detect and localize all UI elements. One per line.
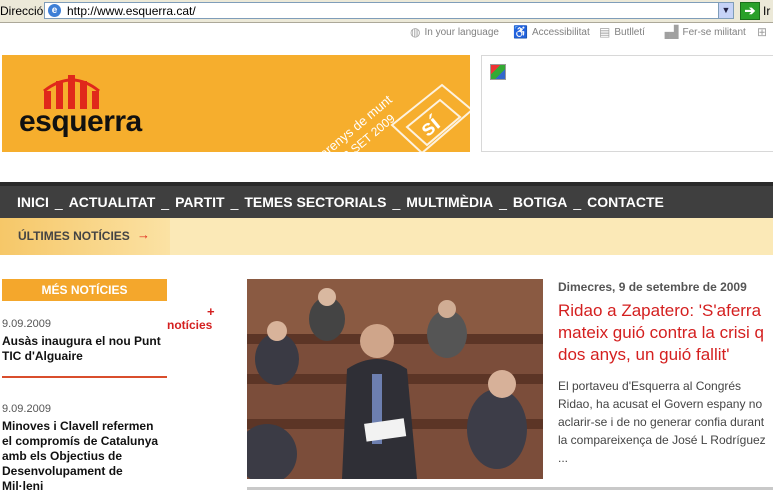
wheelchair-icon: ♿	[513, 25, 528, 39]
utility-link-more[interactable]: ⊞	[757, 25, 767, 39]
latest-news-tab[interactable]: ÚLTIMES NOTÍCIES →	[0, 218, 170, 255]
nav-item-multimedia[interactable]: MULTIMÈDIA	[406, 194, 493, 210]
sitemap-icon: ⊞	[757, 25, 768, 39]
utility-link-language[interactable]: ◍ In your language	[410, 25, 499, 39]
article-summary: El portaveu d'Esquerra al Congrés Ridao,…	[558, 379, 766, 465]
more-news-header: MÉS NOTÍCIES	[2, 279, 167, 301]
list-item: 9.09.2009	[2, 403, 51, 415]
nav-item-temes-sectorials[interactable]: TEMES SECTORIALS	[244, 194, 386, 210]
nav-separator: _	[54, 194, 63, 210]
utility-link-accessibility[interactable]: ♿ Accessibilitat	[513, 25, 590, 39]
article-photo-image	[247, 279, 543, 479]
address-bar: Dirección e http://www.esquerra.cat/ ▼ ➔…	[0, 0, 773, 23]
nav-item-partit[interactable]: PARTIT	[175, 194, 225, 210]
nav-items: INICI _ ACTUALITAT _ PARTIT _ TEMES SECT…	[17, 194, 664, 210]
logo-bars-icon	[43, 75, 100, 109]
campaign-graphic: arenys de munt 13 SET 2009 sí	[322, 83, 470, 152]
article-title-link[interactable]: Ridao a Zapatero: 'S'aferra mateix guió …	[558, 300, 773, 366]
chevron-down-icon: ▼	[721, 5, 731, 15]
nav-item-botiga[interactable]: BOTIGA	[513, 194, 567, 210]
nav-separator: _	[392, 194, 401, 210]
utility-link-label: Fer-se militant	[682, 26, 746, 38]
go-label[interactable]: Ir	[763, 4, 770, 18]
nav-separator: _	[573, 194, 582, 210]
sub-nav: ÚLTIMES NOTÍCIES →	[0, 218, 773, 255]
latest-news-label[interactable]: ÚLTIMES NOTÍCIES	[18, 229, 130, 243]
ad-placeholder	[481, 55, 773, 152]
nav-separator: _	[161, 194, 170, 210]
utility-link-join[interactable]: ▗▟ Fer-se militant	[660, 25, 746, 39]
nav-item-contacte[interactable]: CONTACTE	[587, 194, 664, 210]
divider	[2, 376, 167, 378]
url-text[interactable]: http://www.esquerra.cat/	[67, 4, 196, 18]
globe-icon: ◍	[410, 25, 421, 39]
arrow-right-icon: ➔	[744, 3, 756, 18]
list-item: 9.09.2009	[2, 318, 51, 330]
utility-link-label: Butlletí	[614, 26, 645, 38]
ie-page-icon: e	[48, 4, 61, 17]
divider	[247, 487, 773, 490]
nav-item-actualitat[interactable]: ACTUALITAT	[69, 194, 156, 210]
article-date: Dimecres, 9 de setembre de 2009	[558, 280, 747, 294]
url-dropdown-button[interactable]: ▼	[718, 2, 734, 19]
utility-link-label: In your language	[424, 26, 499, 38]
nav-item-inici[interactable]: INICI	[17, 194, 49, 210]
address-label: Dirección	[0, 4, 51, 18]
logo-text: esquerra	[19, 105, 142, 138]
go-button[interactable]: ➔	[740, 2, 760, 20]
utility-link-newsletter[interactable]: ▤ Butlletí	[599, 25, 645, 39]
document-icon: ▤	[599, 25, 611, 39]
main-nav: INICI _ ACTUALITAT _ PARTIT _ TEMES SECT…	[0, 182, 773, 218]
broken-image-icon	[490, 64, 506, 80]
plus-icon[interactable]: +	[207, 304, 215, 319]
news-date: 9.09.2009	[2, 403, 51, 415]
news-title-link[interactable]: Minoves i Clavell refermen el compromís …	[2, 419, 162, 494]
arrow-right-icon: →	[137, 227, 150, 242]
utility-link-label: Accessibilitat	[531, 26, 590, 38]
news-date: 9.09.2009	[2, 318, 51, 330]
header-banner[interactable]: esquerra arenys de munt 13 SET 2009 sí	[2, 55, 470, 152]
article-photo[interactable]	[247, 279, 543, 479]
news-title-link[interactable]: Ausàs inaugura el nou Punt TIC d'Alguair…	[2, 334, 162, 364]
people-icon: ▗▟	[660, 25, 679, 39]
nav-separator: _	[230, 194, 239, 210]
url-input[interactable]: e http://www.esquerra.cat/	[44, 2, 734, 19]
more-news-link[interactable]: notícies	[167, 318, 212, 332]
nav-separator: _	[499, 194, 507, 210]
